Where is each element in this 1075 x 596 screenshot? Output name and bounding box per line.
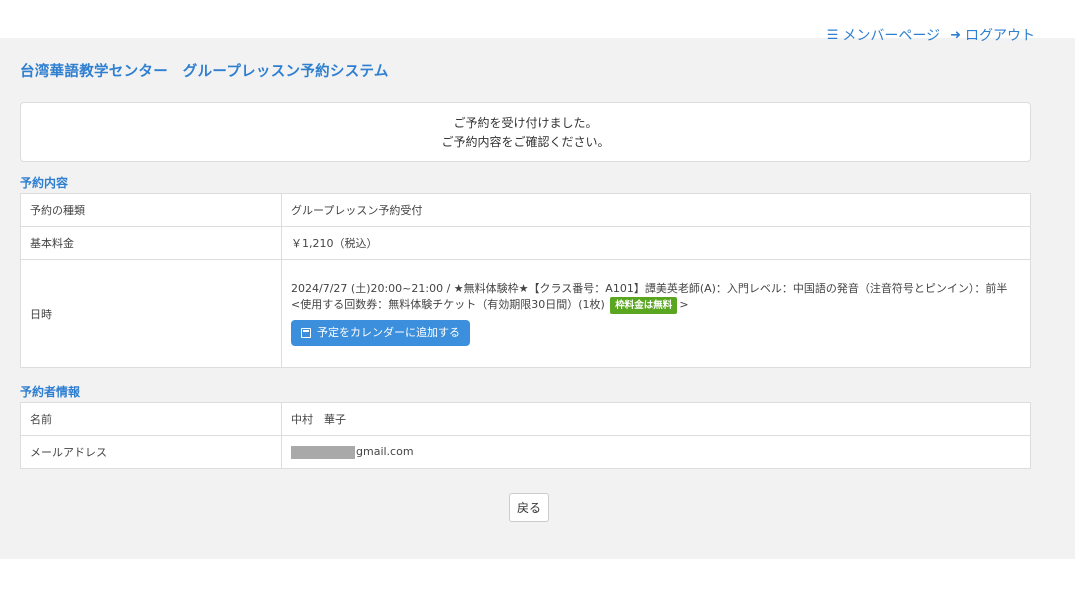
ticket-text: <使用する回数券：無料体験チケット（有効期限30日間）(1枚) [291, 298, 605, 311]
member-page-label: メンバーページ [842, 28, 941, 44]
logout-link[interactable]: ➜ ログアウト [950, 25, 1035, 45]
notice-line-2: ご予約内容をご確認ください。 [441, 135, 610, 149]
redacted-block [291, 445, 355, 459]
calendar-icon [301, 328, 311, 338]
email-label: メールアドレス [20, 435, 282, 469]
back-button[interactable]: 戻る [509, 493, 549, 522]
booker-section-title: 予約者情報 [20, 385, 81, 399]
notice-line-1: ご予約を受け付けました。 [453, 116, 598, 130]
table-row: 名前 中村 華子 [20, 402, 1031, 436]
booker-table: 名前 中村 華子 メールアドレス gmail.com [20, 402, 1031, 469]
table-row: 基本料金 ￥1,210（税込） [20, 226, 1031, 260]
datetime-label: 日時 [20, 259, 282, 368]
confirmation-notice: ご予約を受け付けました。 ご予約内容をご確認ください。 [20, 102, 1031, 162]
member-page-link[interactable]: ☰ メンバーページ [827, 25, 940, 45]
top-nav: ☰ メンバーページ ➜ ログアウト [827, 24, 1035, 46]
name-label: 名前 [20, 402, 282, 436]
ticket-suffix: > [679, 298, 689, 311]
datetime-value: 2024/7/27 (土)20:00~21:00 / ★無料体験枠★【クラス番号… [291, 282, 1008, 295]
name-value: 中村 華子 [281, 402, 1031, 436]
reservation-type-label: 予約の種類 [20, 193, 282, 227]
site-title: 台湾華語教学センター グループレッスン予約システム [20, 64, 389, 80]
table-row: 日時 2024/7/27 (土)20:00~21:00 / ★無料体験枠★【クラ… [20, 259, 1031, 368]
logout-label: ログアウト [965, 28, 1035, 44]
reservation-type-value: グループレッスン予約受付 [281, 193, 1031, 227]
menu-icon: ☰ [826, 27, 839, 43]
email-cell: gmail.com [281, 435, 1031, 469]
reservation-section-title: 予約内容 [20, 176, 69, 190]
ticket-line: <使用する回数券：無料体験チケット（有効期限30日間）(1枚) 枠料金は無料 > [291, 297, 1021, 314]
add-to-calendar-button[interactable]: 予定をカレンダーに追加する [291, 320, 470, 346]
email-value: gmail.com [356, 445, 414, 459]
table-row: 予約の種類 グループレッスン予約受付 [20, 193, 1031, 227]
fee-label: 基本料金 [20, 226, 282, 260]
free-badge: 枠料金は無料 [610, 297, 678, 314]
fee-value: ￥1,210（税込） [281, 226, 1031, 260]
reservation-table: 予約の種類 グループレッスン予約受付 基本料金 ￥1,210（税込） 日時 20… [20, 193, 1031, 368]
datetime-cell: 2024/7/27 (土)20:00~21:00 / ★無料体験枠★【クラス番号… [281, 259, 1031, 368]
table-row: メールアドレス gmail.com [20, 435, 1031, 469]
logout-icon: ➜ [950, 27, 961, 43]
add-to-calendar-label: 予定をカレンダーに追加する [317, 326, 460, 339]
